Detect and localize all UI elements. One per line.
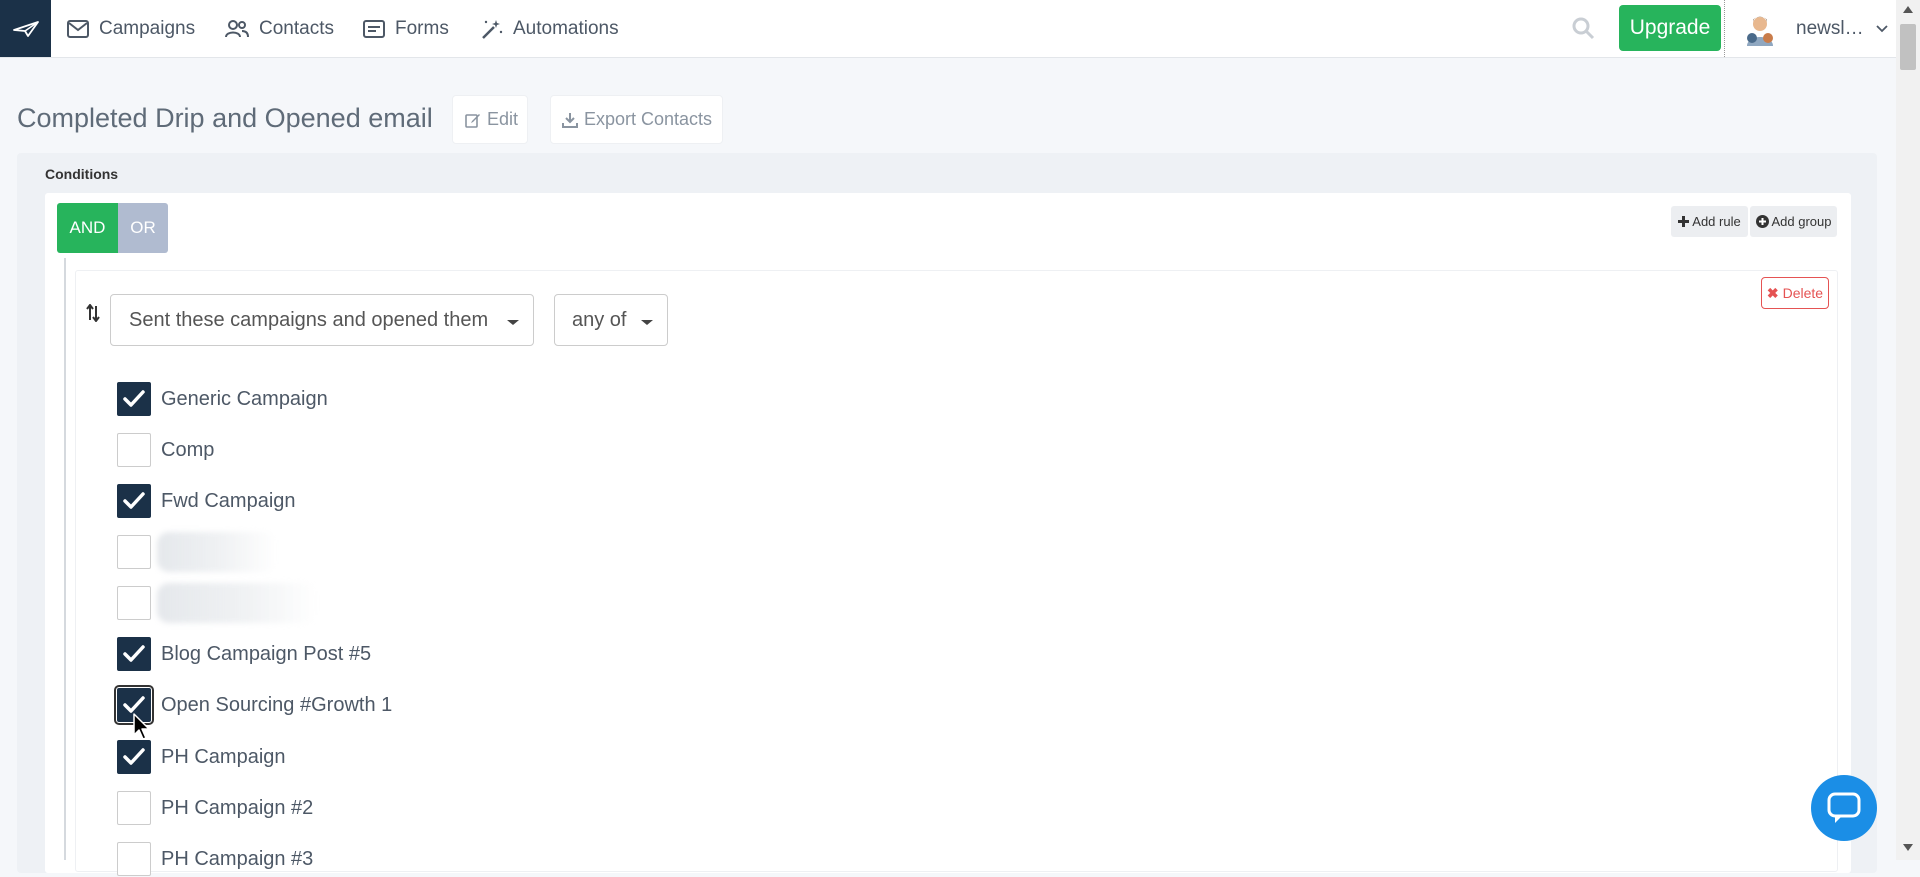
sort-arrows-icon bbox=[86, 303, 100, 323]
nav-forms-label: Forms bbox=[395, 17, 449, 39]
paper-plane-icon bbox=[12, 20, 39, 37]
scroll-up-arrow[interactable] bbox=[1903, 6, 1913, 13]
campaign-checkbox[interactable] bbox=[117, 586, 151, 620]
chevron-down-icon bbox=[1875, 24, 1888, 32]
or-toggle[interactable]: OR bbox=[118, 203, 168, 253]
campaign-option[interactable]: Blog Campaign Post #5 bbox=[117, 636, 371, 672]
checkmark-icon bbox=[123, 645, 145, 662]
drag-handle[interactable] bbox=[86, 303, 100, 327]
campaign-option[interactable]: Comp bbox=[117, 432, 214, 468]
top-navbar: Campaigns Contacts Forms Automations Upg… bbox=[0, 0, 1896, 58]
campaign-label: Generic Campaign bbox=[161, 387, 328, 410]
avatar bbox=[1747, 16, 1773, 46]
campaign-checkbox[interactable] bbox=[117, 382, 151, 416]
page-scrollbar[interactable] bbox=[1896, 0, 1920, 860]
campaign-checkbox[interactable] bbox=[117, 842, 151, 876]
campaign-label: Fwd Campaign bbox=[161, 489, 296, 512]
search-icon bbox=[1572, 17, 1595, 40]
campaign-label: PH Campaign #3 bbox=[161, 847, 314, 870]
add-rule-label: Add rule bbox=[1692, 214, 1741, 229]
search-button[interactable] bbox=[1571, 16, 1595, 45]
campaign-checkbox[interactable] bbox=[117, 433, 151, 467]
account-menu[interactable]: newsl… bbox=[1724, 0, 1897, 57]
campaign-option[interactable]: PH Campaign #3 bbox=[117, 841, 313, 877]
rule-operator-select[interactable]: any of bbox=[554, 294, 668, 346]
nav-forms[interactable]: Forms bbox=[363, 0, 449, 57]
campaign-option[interactable]: Fwd Campaign bbox=[117, 483, 296, 519]
close-icon: ✖ bbox=[1766, 284, 1779, 301]
checkmark-icon bbox=[123, 492, 145, 509]
edit-label: Edit bbox=[487, 109, 519, 129]
caret-down-icon bbox=[507, 320, 519, 325]
campaign-label: Comp bbox=[161, 438, 215, 461]
users-icon bbox=[225, 19, 249, 37]
account-name: newsl… bbox=[1796, 17, 1864, 39]
and-toggle[interactable]: AND bbox=[57, 203, 118, 253]
conditions-label: Conditions bbox=[45, 166, 119, 182]
redacted-campaign-label bbox=[157, 532, 277, 572]
magic-wand-icon bbox=[482, 19, 503, 39]
campaign-label: PH Campaign bbox=[161, 745, 286, 768]
delete-rule-button[interactable]: ✖ Delete bbox=[1761, 277, 1829, 309]
app-logo[interactable] bbox=[0, 0, 51, 57]
nav-automations[interactable]: Automations bbox=[481, 0, 619, 57]
plus-icon bbox=[1678, 216, 1690, 227]
nav-campaigns[interactable]: Campaigns bbox=[67, 0, 195, 57]
plus-circle-icon bbox=[1755, 215, 1769, 228]
download-icon bbox=[562, 112, 578, 128]
page-title: Completed Drip and Opened email bbox=[17, 103, 433, 133]
delete-label: Delete bbox=[1782, 285, 1824, 301]
rule-field-select[interactable]: Sent these campaigns and opened them bbox=[110, 294, 534, 346]
nav-contacts-label: Contacts bbox=[259, 17, 334, 39]
form-icon bbox=[363, 19, 385, 38]
rule-field-value: Sent these campaigns and opened them bbox=[129, 308, 489, 331]
pencil-square-icon bbox=[465, 113, 480, 128]
scroll-down-arrow[interactable] bbox=[1903, 844, 1913, 851]
add-group-label: Add group bbox=[1771, 214, 1832, 229]
campaign-option[interactable] bbox=[117, 532, 277, 572]
export-contacts-label: Export Contacts bbox=[584, 109, 713, 129]
checkmark-icon bbox=[123, 696, 145, 713]
upgrade-button[interactable]: Upgrade bbox=[1619, 5, 1721, 51]
campaign-checkbox[interactable] bbox=[117, 740, 151, 774]
export-contacts-button[interactable]: Export Contacts bbox=[550, 95, 723, 144]
campaign-option[interactable]: Open Sourcing #Growth 1 bbox=[114, 685, 393, 725]
campaign-option[interactable]: Generic Campaign bbox=[117, 381, 328, 417]
campaign-label: PH Campaign #2 bbox=[161, 796, 314, 819]
campaign-option[interactable]: PH Campaign #2 bbox=[117, 790, 313, 826]
checkmark-icon bbox=[123, 390, 145, 407]
campaign-checkbox[interactable] bbox=[117, 535, 151, 569]
redacted-campaign-label bbox=[157, 583, 317, 623]
campaign-checkbox[interactable] bbox=[117, 791, 151, 825]
add-rule-button[interactable]: Add rule bbox=[1671, 206, 1748, 237]
group-connector-line bbox=[64, 258, 66, 860]
chat-bubble-icon bbox=[1827, 792, 1861, 823]
caret-down-icon bbox=[641, 320, 653, 325]
edit-button[interactable]: Edit bbox=[452, 95, 528, 144]
nav-automations-label: Automations bbox=[513, 17, 619, 39]
campaign-checkbox[interactable] bbox=[117, 484, 151, 518]
envelope-icon bbox=[67, 19, 89, 38]
campaign-label: Open Sourcing #Growth 1 bbox=[161, 693, 393, 716]
chat-widget-button[interactable] bbox=[1811, 775, 1877, 841]
scrollbar-thumb[interactable] bbox=[1900, 24, 1916, 70]
campaign-option[interactable]: PH Campaign bbox=[117, 739, 286, 775]
campaign-option[interactable] bbox=[117, 583, 317, 623]
mouse-cursor-icon bbox=[133, 713, 150, 740]
rule-container bbox=[75, 270, 1838, 872]
campaign-label: Blog Campaign Post #5 bbox=[161, 642, 372, 665]
nav-campaigns-label: Campaigns bbox=[99, 17, 196, 39]
rule-operator-value: any of bbox=[572, 308, 627, 331]
campaign-checkbox[interactable] bbox=[117, 637, 151, 671]
add-group-button[interactable]: Add group bbox=[1750, 206, 1837, 237]
nav-contacts[interactable]: Contacts bbox=[225, 0, 334, 57]
checkmark-icon bbox=[123, 748, 145, 765]
